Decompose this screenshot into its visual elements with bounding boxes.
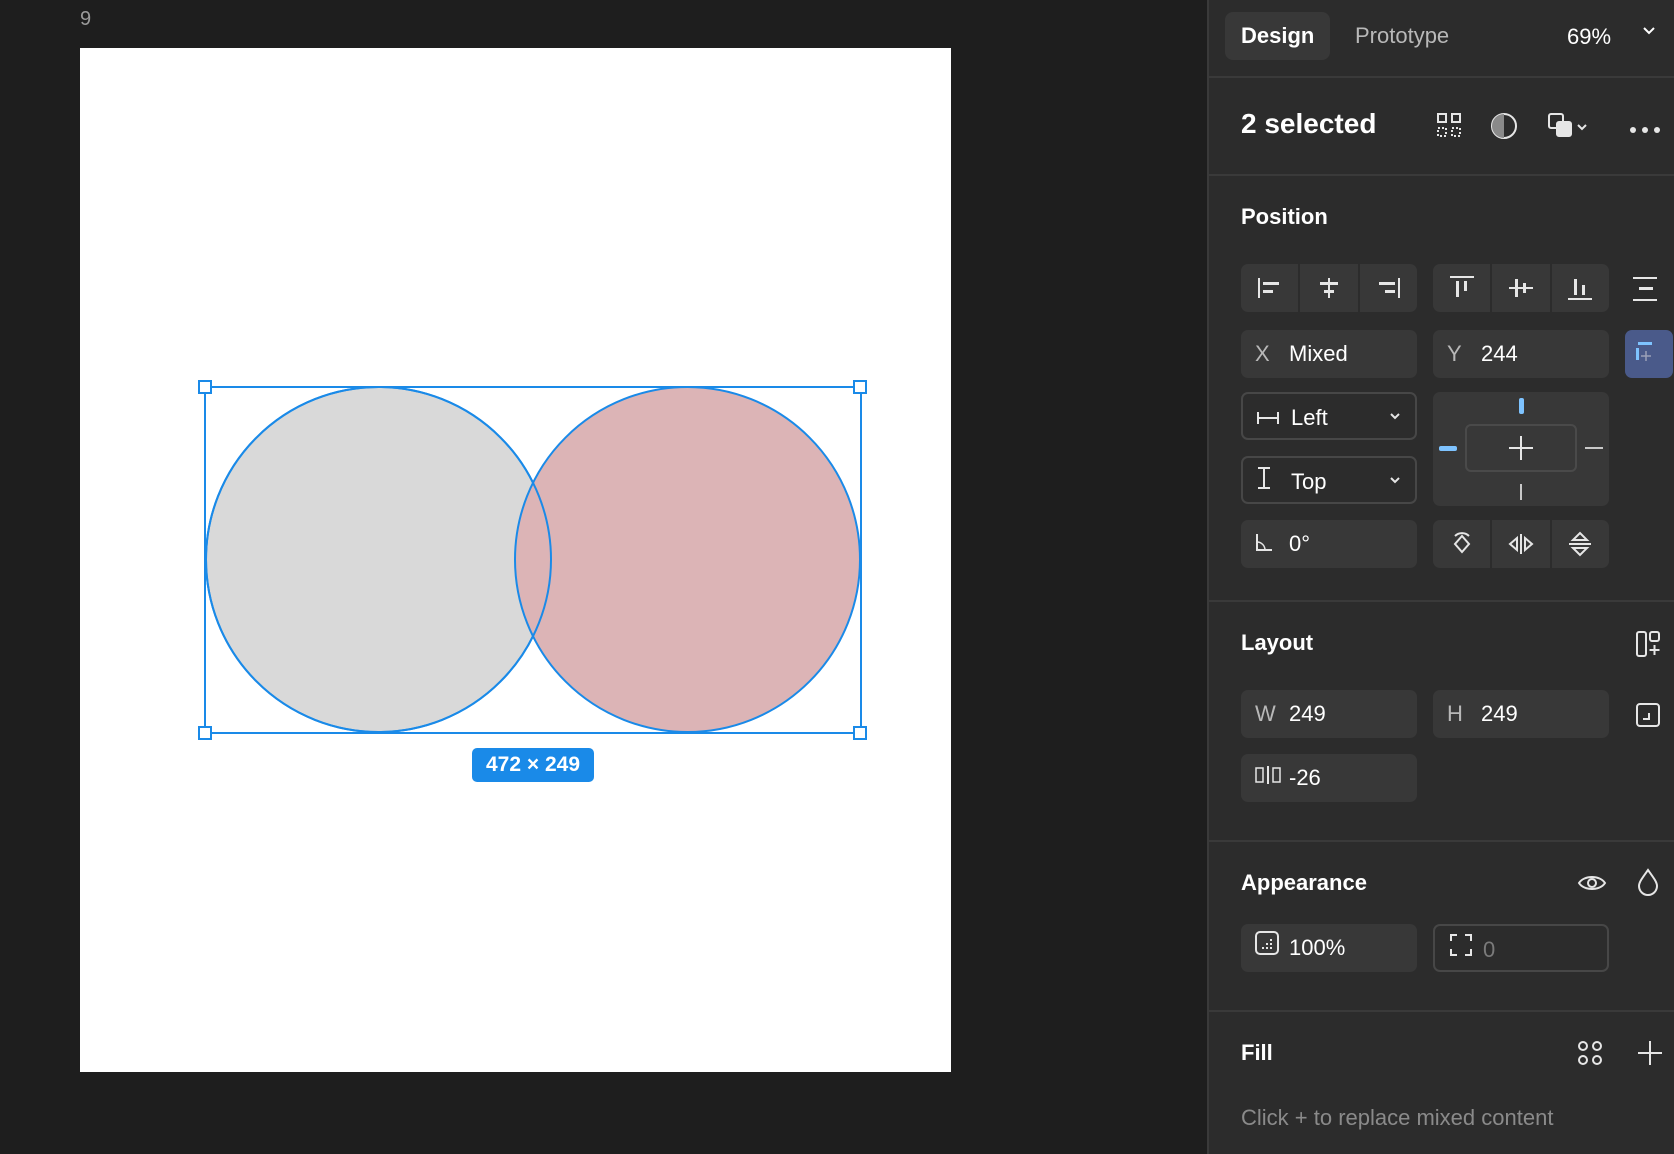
styles-icon[interactable] [1577, 1040, 1603, 1071]
chevron-down-icon [1389, 458, 1401, 506]
properties-panel: Design Prototype 69% 2 selected Position [1207, 0, 1674, 1154]
gap-icon [1255, 754, 1281, 802]
constraint-right[interactable] [1585, 447, 1603, 449]
height-value: 249 [1481, 701, 1518, 726]
x-value: Mixed [1289, 341, 1348, 366]
distribute-icon[interactable] [1629, 276, 1659, 307]
opacity-value: 100% [1289, 935, 1346, 960]
rotation-icon [1255, 520, 1273, 568]
layout-section: Layout W 249 H 249 -26 [1209, 602, 1674, 842]
resize-handle-bottom-right[interactable] [853, 726, 867, 740]
height-field[interactable]: H 249 [1433, 690, 1609, 738]
y-value: 244 [1481, 341, 1518, 366]
rotation-value: 0° [1289, 531, 1311, 556]
corner-radius-field[interactable]: 0 [1433, 924, 1609, 972]
horizontal-constraint-icon [1257, 394, 1279, 442]
auto-layout-icon[interactable] [1635, 630, 1661, 663]
corner-radius-value: 0 [1483, 937, 1496, 962]
more-icon[interactable] [1629, 112, 1660, 142]
chevron-down-icon [1389, 394, 1401, 442]
size-badge: 472 × 249 [472, 748, 594, 782]
resize-handle-bottom-left[interactable] [198, 726, 212, 740]
flip-horizontal-icon[interactable] [1492, 520, 1552, 568]
x-label: X [1255, 341, 1270, 366]
tab-design[interactable]: Design [1225, 12, 1331, 60]
constraint-top[interactable] [1519, 398, 1524, 414]
align-top-icon[interactable] [1433, 264, 1493, 312]
align-bottom-icon[interactable] [1552, 264, 1609, 312]
constraints-toggle-icon[interactable] [1625, 330, 1673, 378]
gap-value: -26 [1289, 765, 1321, 790]
constraint-inner-box [1465, 424, 1577, 472]
zoom-level[interactable]: 69% [1567, 24, 1611, 50]
gap-field[interactable]: -26 [1241, 754, 1417, 802]
height-label: H [1447, 701, 1463, 726]
drop-icon[interactable] [1637, 868, 1659, 901]
canvas[interactable]: 9 472 × 249 [0, 0, 1207, 1154]
layout-title: Layout [1241, 630, 1314, 655]
corner-radius-icon [1449, 926, 1473, 974]
appearance-section: Appearance 100% 0 [1209, 842, 1674, 1012]
horizontal-align-group [1241, 264, 1417, 312]
chevron-down-icon[interactable] [1641, 22, 1657, 43]
horizontal-constraint-select[interactable]: Left [1241, 392, 1417, 440]
chevron-down-icon[interactable] [1572, 112, 1592, 142]
width-value: 249 [1289, 701, 1326, 726]
vertical-constraint-icon [1257, 458, 1271, 506]
add-fill-icon[interactable] [1637, 1040, 1663, 1071]
position-section: Position X Mixed Y 244 Left Top 0° [1209, 176, 1674, 602]
constraint-bottom[interactable] [1520, 484, 1522, 500]
fill-section: Fill [1209, 1012, 1674, 1154]
eye-icon[interactable] [1577, 872, 1607, 899]
width-label: W [1255, 701, 1276, 726]
vertical-constraint-select[interactable]: Top [1241, 456, 1417, 504]
appearance-title: Appearance [1241, 870, 1367, 895]
horizontal-constraint-value: Left [1291, 405, 1328, 430]
flip-vertical-icon[interactable] [1552, 520, 1609, 568]
rotate-icon[interactable] [1433, 520, 1493, 568]
opacity-icon [1255, 924, 1279, 972]
vertical-constraint-value: Top [1291, 469, 1327, 494]
constraint-widget[interactable] [1433, 392, 1609, 506]
y-label: Y [1447, 341, 1462, 366]
resize-handle-top-right[interactable] [853, 380, 867, 394]
selection-box[interactable] [204, 386, 862, 734]
selection-title: 2 selected [1241, 108, 1377, 139]
fill-title: Fill [1241, 1040, 1273, 1065]
selection-header: 2 selected [1209, 78, 1674, 176]
component-grid-icon[interactable] [1434, 112, 1464, 142]
align-center-horizontal-icon[interactable] [1300, 264, 1360, 312]
vertical-align-group [1433, 264, 1609, 312]
panel-header: Design Prototype 69% [1209, 0, 1674, 78]
frame-label[interactable]: 9 [80, 8, 91, 31]
width-field[interactable]: W 249 [1241, 690, 1417, 738]
y-field[interactable]: Y 244 [1433, 330, 1609, 378]
constrain-proportions-icon[interactable] [1635, 702, 1661, 733]
rotation-field[interactable]: 0° [1241, 520, 1417, 568]
fill-hint: Click + to replace mixed content [1241, 1105, 1554, 1130]
align-right-icon[interactable] [1360, 264, 1417, 312]
position-title: Position [1241, 204, 1328, 229]
opacity-field[interactable]: 100% [1241, 924, 1417, 972]
transform-group [1433, 520, 1609, 568]
x-field[interactable]: X Mixed [1241, 330, 1417, 378]
boolean-union-icon[interactable] [1545, 112, 1575, 142]
align-middle-icon[interactable] [1492, 264, 1552, 312]
mask-icon[interactable] [1489, 112, 1519, 142]
resize-handle-top-left[interactable] [198, 380, 212, 394]
tab-prototype[interactable]: Prototype [1339, 12, 1465, 60]
align-left-icon[interactable] [1241, 264, 1301, 312]
constraint-left[interactable] [1439, 446, 1457, 451]
